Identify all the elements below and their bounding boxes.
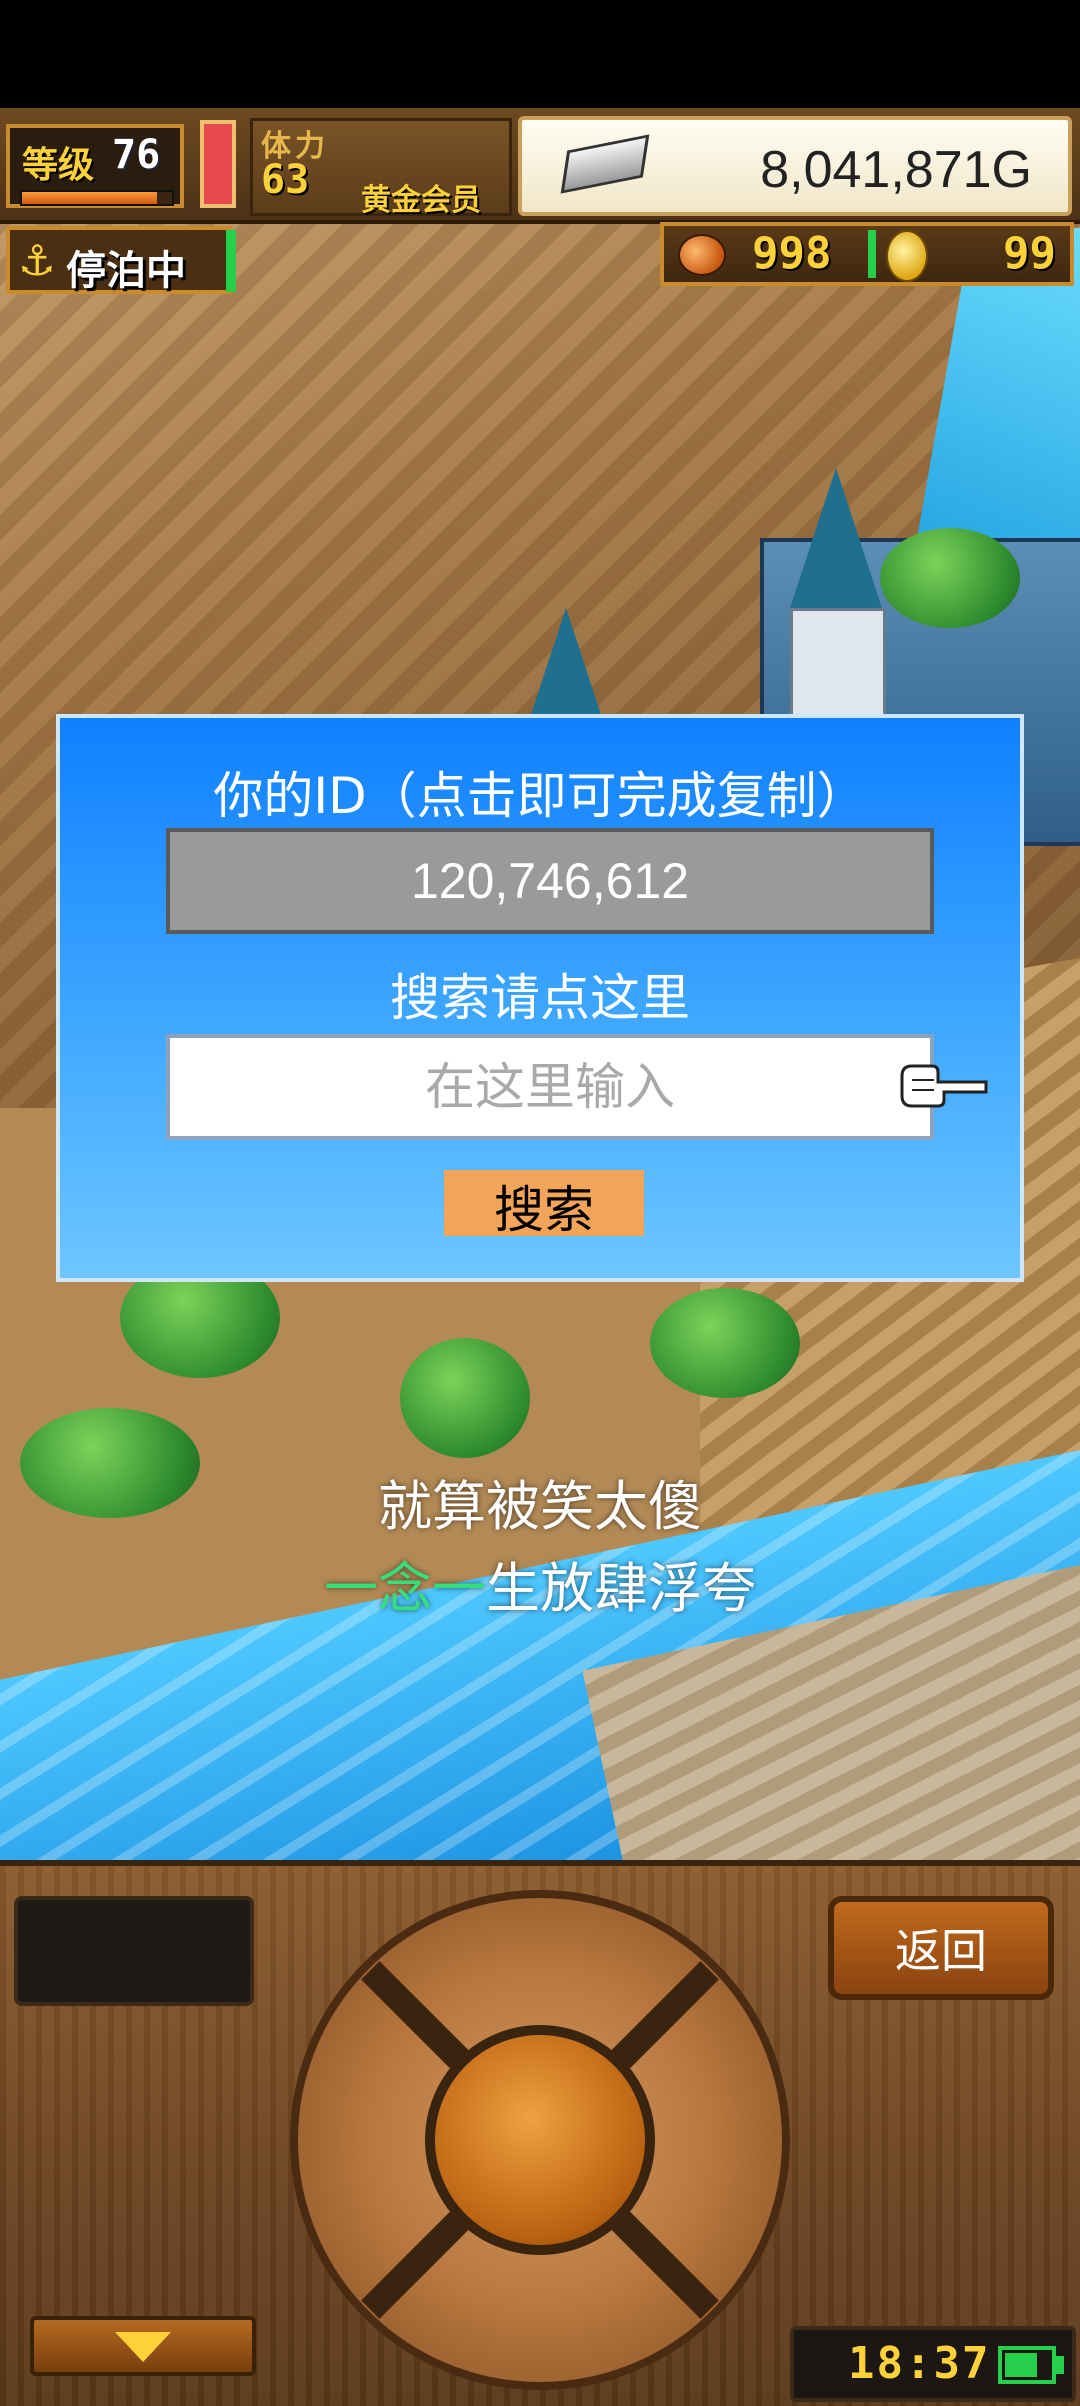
- menu-toggle-button[interactable]: [30, 2316, 256, 2376]
- gold-panel: 8,041,871G: [518, 116, 1072, 216]
- level-panel: 等级 76: [6, 124, 184, 208]
- lyric-highlight: 一念一: [324, 1557, 486, 1620]
- dock-status-badge[interactable]: ⚓ 停泊中: [6, 226, 232, 294]
- player-id-copy-box[interactable]: 120,746,612: [166, 828, 934, 934]
- search-input[interactable]: [166, 1034, 934, 1140]
- battery-icon: [998, 2346, 1056, 2384]
- player-id-value: 120,746,612: [410, 853, 690, 909]
- chevron-down-icon: [115, 2332, 171, 2362]
- resource-panel: 998 99: [660, 222, 1074, 286]
- dialog-title: 你的ID（点击即可完成复制）: [213, 767, 867, 825]
- friend-search-dialog: 你的ID（点击即可完成复制） 120,746,612 搜索请点这里 搜索: [56, 714, 1024, 1282]
- tree: [650, 1288, 800, 1398]
- stamina-panel: 体力 63 黄金会员: [250, 118, 512, 218]
- search-button[interactable]: 搜索: [444, 1170, 644, 1239]
- clock-time: 18:37: [848, 2338, 991, 2389]
- control-panel: 返回 18:37: [0, 1860, 1080, 2406]
- level-label: 等级: [22, 145, 95, 186]
- coin-value: 99: [1003, 228, 1056, 279]
- dock-status-label: 停泊中: [66, 248, 186, 294]
- battery-tip: [1056, 2356, 1064, 2374]
- lyric-line-2: 一念一生放肆浮夸: [0, 1544, 1080, 1623]
- clock-panel: 18:37: [790, 2326, 1076, 2402]
- coin-icon: [886, 230, 928, 282]
- castle-roof: [790, 468, 882, 608]
- anchor-icon: ⚓: [18, 236, 56, 285]
- lyric-rest: 生放肆浮夸: [486, 1557, 756, 1620]
- resource-divider: [868, 230, 876, 278]
- tree: [880, 528, 1020, 628]
- info-panel: [14, 1896, 254, 2006]
- gold-bar-icon: [560, 134, 650, 194]
- level-value: 76: [112, 132, 161, 178]
- dpad-center-button[interactable]: [425, 2025, 655, 2255]
- dock-status-indicator: [226, 230, 236, 292]
- gold-value: 8,041,871G: [760, 141, 1032, 199]
- battery-level: [1005, 2353, 1037, 2377]
- xp-bar-fill: [22, 192, 157, 204]
- back-button[interactable]: 返回: [828, 1896, 1054, 2000]
- tree: [400, 1338, 530, 1458]
- xp-bar: [20, 190, 174, 206]
- lyric-line-1: 就算被笑太傻: [378, 1475, 702, 1538]
- member-badge: 黄金会员: [361, 183, 481, 218]
- pointing-hand-icon: [900, 1064, 988, 1108]
- stamina-value: 63: [261, 157, 310, 203]
- directional-pad[interactable]: [290, 1890, 790, 2390]
- food-value: 998: [752, 228, 832, 279]
- status-bar: [0, 0, 1080, 108]
- health-bar: [200, 120, 236, 208]
- food-icon: [678, 234, 726, 276]
- search-hint: 搜索请点这里: [390, 969, 690, 1027]
